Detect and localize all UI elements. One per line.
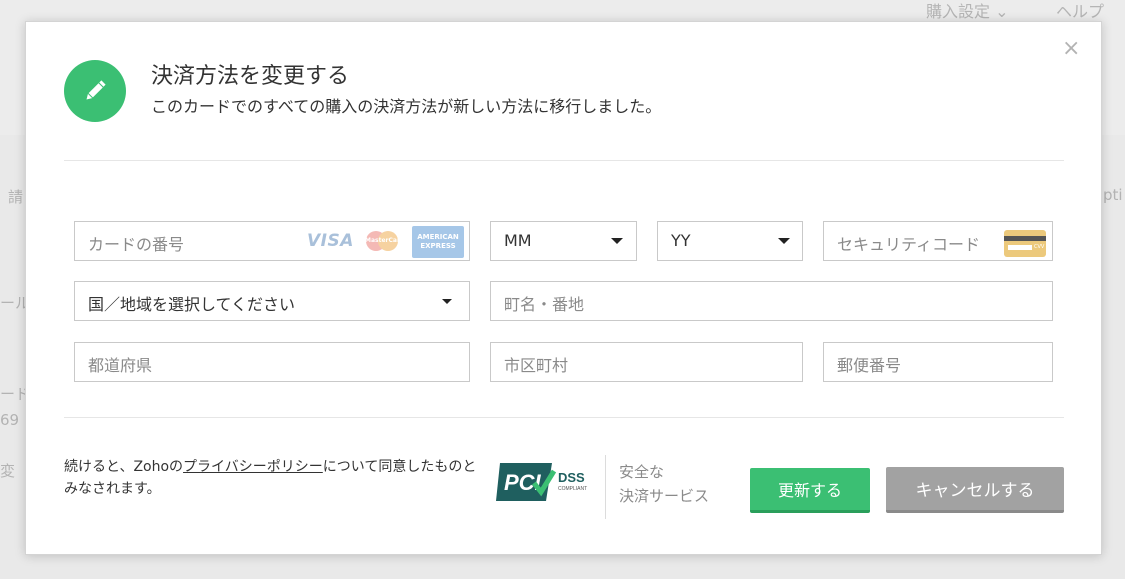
pci-dss-logo: PCI DSS COMPLIANT [496, 463, 587, 501]
year-select[interactable]: YY [657, 221, 803, 261]
mastercard-icon: MasterCard [365, 230, 405, 254]
secure-payment-text: 安全な 決済サービス [619, 460, 709, 508]
purchase-settings-menu: 購入設定 ⌄ [926, 2, 1009, 21]
postal-code-placeholder: 郵便番号 [837, 356, 902, 375]
background-fragment: pti [1103, 186, 1123, 204]
close-icon[interactable]: × [1062, 38, 1080, 60]
visa-icon: VISA [307, 231, 354, 251]
amex-line2: EXPRESS [420, 242, 456, 250]
background-fragment: 69 [0, 411, 20, 429]
country-select[interactable]: 国／地域を選択してください [74, 281, 470, 321]
chevron-down-icon [442, 299, 452, 304]
city-placeholder: 市区町村 [504, 356, 569, 375]
card-number-field[interactable]: カードの番号 VISA MasterCard AMERICAN EXPRESS [74, 221, 470, 261]
chevron-down-icon [778, 238, 790, 244]
footer-divider [64, 417, 1064, 418]
amex-icon: AMERICAN EXPRESS [412, 226, 464, 258]
vertical-divider [605, 455, 606, 519]
consent-text: 続けると、Zohoのプライバシーポリシーについて同意したものとみなされます。 [64, 456, 479, 500]
city-field[interactable]: 市区町村 [490, 342, 803, 382]
secure-line1: 安全な [619, 463, 665, 481]
update-button[interactable]: 更新する [750, 468, 870, 513]
prefecture-field[interactable]: 都道府県 [74, 342, 470, 382]
street-field[interactable]: 町名・番地 [490, 281, 1053, 321]
year-value: YY [671, 231, 691, 250]
privacy-policy-link[interactable]: プライバシーポリシー [183, 459, 323, 475]
modal-subtitle: このカードでのすべての購入の決済方法が新しい方法に移行しました。 [151, 97, 662, 116]
pci-compliant-text: COMPLIANT [558, 486, 587, 492]
help-menu: ヘルプ [1056, 2, 1105, 21]
header-divider [64, 160, 1064, 161]
modal-title: 決済方法を変更する [151, 64, 350, 89]
cancel-button[interactable]: キャンセルする [886, 467, 1064, 513]
card-back-icon: CVV [1004, 230, 1046, 257]
country-value: 国／地域を選択してください [88, 295, 296, 314]
consent-prefix: 続けると、Zohoの [64, 459, 184, 475]
pci-dss-text: DSS [558, 470, 585, 485]
change-payment-modal: × 決済方法を変更する このカードでのすべての購入の決済方法が新しい方法に移行し… [25, 21, 1102, 555]
postal-code-field[interactable]: 郵便番号 [823, 342, 1053, 382]
chevron-down-icon [611, 238, 623, 244]
background-fragment: 変 [0, 462, 16, 480]
street-placeholder: 町名・番地 [504, 295, 585, 314]
prefecture-placeholder: 都道府県 [88, 356, 153, 375]
card-number-placeholder: カードの番号 [88, 235, 185, 254]
security-code-field[interactable]: セキュリティコード CVV [823, 221, 1053, 261]
month-value: MM [504, 231, 532, 250]
purchase-settings-label: 購入設定 [926, 2, 991, 21]
month-select[interactable]: MM [490, 221, 637, 261]
secure-line2: 決済サービス [619, 487, 710, 505]
pencil-icon [64, 60, 126, 122]
amex-line1: AMERICAN [417, 233, 459, 241]
security-code-placeholder: セキュリティコード [837, 235, 981, 254]
background-fragment: 請 [8, 188, 24, 206]
mastercard-text: MasterCard [365, 237, 405, 244]
